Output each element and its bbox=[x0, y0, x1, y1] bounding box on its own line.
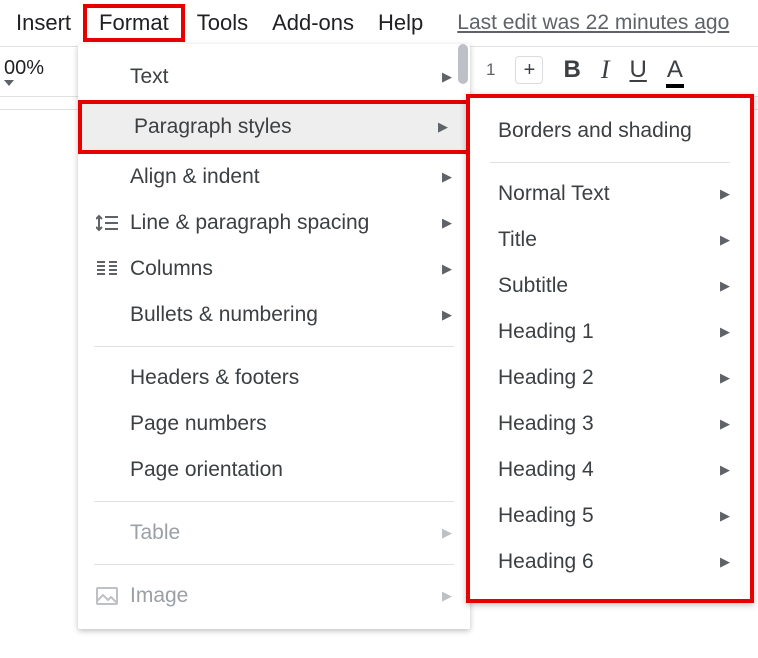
chevron-right-icon: ▶ bbox=[438, 119, 448, 135]
underline-button[interactable]: U bbox=[629, 56, 646, 84]
menu-item-table-label: Table bbox=[130, 521, 442, 545]
menu-item-paragraph-styles-label: Paragraph styles bbox=[134, 115, 438, 139]
zoom-select[interactable]: 00% bbox=[0, 57, 48, 86]
chevron-right-icon: ▶ bbox=[720, 416, 730, 432]
plus-label: + bbox=[524, 59, 536, 82]
sub-item-heading-4-label: Heading 4 bbox=[498, 458, 720, 482]
chevron-right-icon: ▶ bbox=[720, 554, 730, 570]
last-edit-link[interactable]: Last edit was 22 minutes ago bbox=[457, 11, 729, 35]
chevron-right-icon: ▶ bbox=[442, 307, 452, 323]
italic-label: I bbox=[601, 55, 610, 84]
font-size-value-fragment: 1 bbox=[486, 60, 495, 80]
sub-item-heading-6-label: Heading 6 bbox=[498, 550, 720, 574]
chevron-right-icon: ▶ bbox=[720, 508, 730, 524]
sub-item-normal-text-label: Normal Text bbox=[498, 182, 720, 206]
chevron-right-icon: ▶ bbox=[442, 261, 452, 277]
sub-item-heading-1[interactable]: Heading 1 ▶ bbox=[470, 309, 750, 355]
menu-item-columns-label: Columns bbox=[130, 257, 442, 281]
menu-item-image-label: Image bbox=[130, 584, 442, 608]
font-size-increase-button[interactable]: + bbox=[515, 56, 543, 84]
menu-item-headers-footers-label: Headers & footers bbox=[130, 366, 452, 390]
toolbar-text-format-group: 1 + B I U A bbox=[486, 55, 683, 85]
bold-button[interactable]: B bbox=[563, 56, 580, 84]
sub-item-heading-2[interactable]: Heading 2 ▶ bbox=[470, 355, 750, 401]
text-color-button[interactable]: A bbox=[667, 56, 683, 84]
image-icon bbox=[96, 587, 130, 605]
sub-item-heading-2-label: Heading 2 bbox=[498, 366, 720, 390]
menu-help-label: Help bbox=[378, 10, 423, 35]
chevron-right-icon: ▶ bbox=[442, 215, 452, 231]
sub-item-title[interactable]: Title ▶ bbox=[470, 217, 750, 263]
menu-tools-label: Tools bbox=[197, 10, 248, 35]
menu-item-page-numbers-label: Page numbers bbox=[130, 412, 452, 436]
menu-insert[interactable]: Insert bbox=[4, 4, 83, 42]
sub-item-heading-5[interactable]: Heading 5 ▶ bbox=[470, 493, 750, 539]
menu-item-paragraph-styles[interactable]: Paragraph styles ▶ bbox=[78, 100, 470, 154]
menu-item-page-orientation-label: Page orientation bbox=[130, 458, 452, 482]
menu-item-page-orientation[interactable]: Page orientation bbox=[78, 447, 470, 493]
zoom-value: 00% bbox=[4, 57, 44, 79]
menu-item-image[interactable]: Image ▶ bbox=[78, 573, 470, 619]
chevron-right-icon: ▶ bbox=[442, 588, 452, 604]
format-dropdown-menu: Text ▶ Paragraph styles ▶ Align & indent… bbox=[78, 44, 470, 629]
menu-item-line-spacing[interactable]: Line & paragraph spacing ▶ bbox=[78, 200, 470, 246]
chevron-right-icon: ▶ bbox=[720, 462, 730, 478]
text-color-label: A bbox=[667, 56, 683, 83]
last-edit-text: Last edit was 22 minutes ago bbox=[457, 11, 729, 34]
menu-addons[interactable]: Add-ons bbox=[260, 4, 366, 42]
menu-item-page-numbers[interactable]: Page numbers bbox=[78, 401, 470, 447]
menu-insert-label: Insert bbox=[16, 10, 71, 35]
menu-format-label: Format bbox=[99, 10, 169, 35]
sub-item-normal-text[interactable]: Normal Text ▶ bbox=[470, 171, 750, 217]
chevron-right-icon: ▶ bbox=[720, 324, 730, 340]
menubar: Insert Format Tools Add-ons Help Last ed… bbox=[0, 0, 758, 46]
menu-item-columns[interactable]: Columns ▶ bbox=[78, 246, 470, 292]
sub-item-heading-3[interactable]: Heading 3 ▶ bbox=[470, 401, 750, 447]
chevron-right-icon: ▶ bbox=[720, 232, 730, 248]
underline-label: U bbox=[629, 56, 646, 83]
paragraph-styles-submenu: Borders and shading Normal Text ▶ Title … bbox=[466, 94, 754, 603]
sub-item-heading-5-label: Heading 5 bbox=[498, 504, 720, 528]
menu-separator bbox=[94, 346, 454, 347]
menu-item-text[interactable]: Text ▶ bbox=[78, 54, 470, 100]
sub-item-borders-shading-label: Borders and shading bbox=[498, 119, 730, 143]
menu-addons-label: Add-ons bbox=[272, 10, 354, 35]
menu-separator bbox=[94, 564, 454, 565]
sub-item-subtitle-label: Subtitle bbox=[498, 274, 720, 298]
menu-item-headers-footers[interactable]: Headers & footers bbox=[78, 355, 470, 401]
menu-separator bbox=[94, 501, 454, 502]
sub-item-heading-1-label: Heading 1 bbox=[498, 320, 720, 344]
italic-button[interactable]: I bbox=[601, 55, 610, 85]
menu-item-bullets-numbering[interactable]: Bullets & numbering ▶ bbox=[78, 292, 470, 338]
menu-item-bullets-numbering-label: Bullets & numbering bbox=[130, 303, 442, 327]
menu-item-line-spacing-label: Line & paragraph spacing bbox=[130, 211, 442, 235]
bold-label: B bbox=[563, 56, 580, 83]
columns-icon bbox=[96, 260, 130, 278]
sub-item-heading-4[interactable]: Heading 4 ▶ bbox=[470, 447, 750, 493]
chevron-right-icon: ▶ bbox=[442, 525, 452, 541]
sub-item-subtitle[interactable]: Subtitle ▶ bbox=[470, 263, 750, 309]
chevron-right-icon: ▶ bbox=[442, 69, 452, 85]
menu-item-align-indent-label: Align & indent bbox=[130, 165, 442, 189]
sub-item-borders-shading[interactable]: Borders and shading bbox=[470, 108, 750, 154]
chevron-right-icon: ▶ bbox=[442, 169, 452, 185]
menu-tools[interactable]: Tools bbox=[185, 4, 260, 42]
menu-item-align-indent[interactable]: Align & indent ▶ bbox=[78, 154, 470, 200]
chevron-down-icon bbox=[4, 80, 48, 86]
submenu-separator bbox=[490, 162, 730, 163]
sub-item-heading-6[interactable]: Heading 6 ▶ bbox=[470, 539, 750, 585]
menu-item-text-label: Text bbox=[130, 65, 442, 89]
chevron-right-icon: ▶ bbox=[720, 370, 730, 386]
menu-help[interactable]: Help bbox=[366, 4, 435, 42]
sub-item-heading-3-label: Heading 3 bbox=[498, 412, 720, 436]
menu-item-table[interactable]: Table ▶ bbox=[78, 510, 470, 556]
menu-format[interactable]: Format bbox=[83, 4, 185, 42]
chevron-right-icon: ▶ bbox=[720, 186, 730, 202]
line-spacing-icon bbox=[96, 213, 130, 233]
chevron-right-icon: ▶ bbox=[720, 278, 730, 294]
sub-item-title-label: Title bbox=[498, 228, 720, 252]
